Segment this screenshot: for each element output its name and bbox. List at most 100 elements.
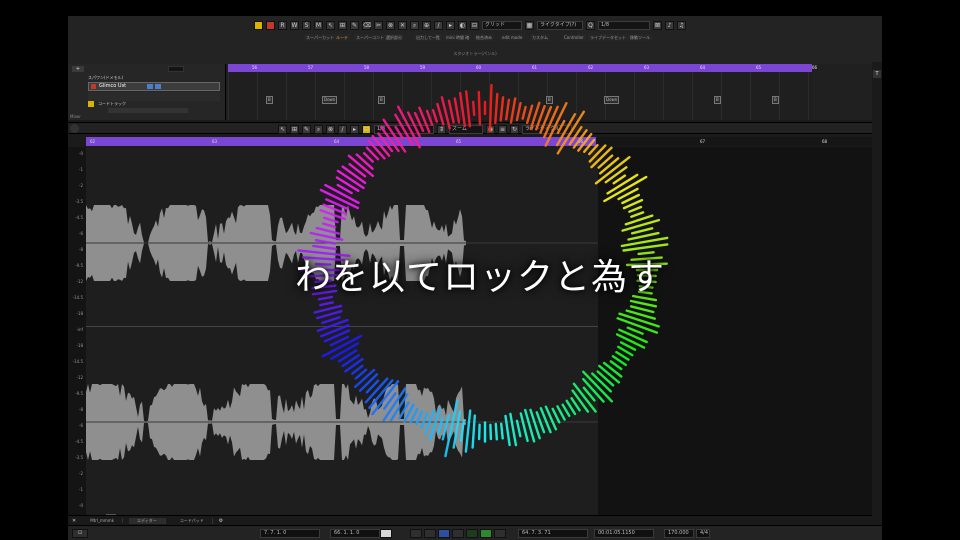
- editor-range-button[interactable]: ⊞: [290, 124, 299, 134]
- record-button[interactable]: [494, 529, 506, 538]
- track-lanes[interactable]: B Down B B Down B B: [228, 72, 812, 120]
- mixer-label[interactable]: Mixer: [70, 114, 81, 119]
- mode-button-11[interactable]: ライブデータセット: [588, 34, 628, 41]
- quantize-dropdown[interactable]: 1/8: [598, 20, 650, 30]
- position-bars[interactable]: 64. 7. 3. 71: [518, 529, 588, 538]
- waveform-editor[interactable]: [86, 147, 882, 521]
- tool-w-button[interactable]: W: [290, 20, 299, 30]
- mode-button-10[interactable]: Controller: [562, 34, 586, 41]
- track-1-controls[interactable]: [88, 92, 220, 101]
- add-track-button[interactable]: +: [72, 66, 84, 72]
- line-tool-button[interactable]: /: [434, 20, 443, 30]
- mute-tool-button[interactable]: ✕: [398, 20, 407, 30]
- editor-line-button[interactable]: /: [338, 124, 347, 134]
- timeline-ruler[interactable]: 56 57 58 59 60 61 62 63 64 65 66: [228, 64, 817, 72]
- track-1-record-icon[interactable]: [91, 84, 96, 89]
- start-button[interactable]: [466, 529, 478, 538]
- mode-button-1[interactable]: スーパーカット: [304, 34, 336, 41]
- comp-tool-button[interactable]: ⊕: [422, 20, 431, 30]
- track-1-monitor-icon[interactable]: [147, 84, 153, 89]
- position-time[interactable]: 00:01:05.1150: [594, 529, 654, 538]
- editor-ruler[interactable]: 62636465666768カウントポイント: [86, 137, 882, 151]
- left-locator[interactable]: 7. 7. 1. 0: [260, 529, 320, 538]
- editor-zoom-button[interactable]: ⌕: [314, 124, 323, 134]
- time-signature-field[interactable]: 4/4: [696, 529, 710, 538]
- glue-tool-button[interactable]: ⊗: [386, 20, 395, 30]
- extra-button-2[interactable]: ♪: [665, 20, 674, 30]
- color-tool-button[interactable]: ◐: [458, 20, 467, 30]
- editor-loop-icon[interactable]: ↻: [510, 124, 519, 134]
- play-tool-button[interactable]: ▸: [446, 20, 455, 30]
- transport-menu-button[interactable]: ⊡: [72, 529, 88, 538]
- editor-settings-icon[interactable]: [70, 124, 79, 133]
- mode-button-8[interactable]: edit mode: [500, 34, 525, 41]
- chord-clip[interactable]: B: [378, 96, 385, 104]
- tool-r-button[interactable]: R: [278, 20, 287, 30]
- right-panel-button[interactable]: T: [873, 70, 881, 78]
- editor-quantize-dropdown[interactable]: 1/8: [374, 124, 434, 134]
- tool-m-button[interactable]: M: [314, 20, 323, 30]
- snap-type-dropdown[interactable]: ライクタイプ(?): [537, 20, 583, 30]
- mode-button-7[interactable]: 結合済み: [474, 34, 494, 41]
- cycle-button[interactable]: [438, 529, 450, 538]
- stop-button[interactable]: [452, 529, 464, 538]
- extra-button-3[interactable]: ♫: [677, 20, 686, 30]
- mode-button-12[interactable]: 移動ツール: [628, 34, 652, 41]
- editor-play-button[interactable]: ▸: [350, 124, 359, 134]
- chord-clip[interactable]: B: [266, 96, 273, 104]
- zoom-tool-button[interactable]: ⌕: [410, 20, 419, 30]
- db-label: -3.5: [75, 199, 83, 204]
- eraser-tool-button[interactable]: ⌫: [362, 20, 371, 30]
- scissors-tool-button[interactable]: ✂: [374, 20, 383, 30]
- tab-settings-icon[interactable]: ⚙: [219, 518, 223, 524]
- track-1-name[interactable]: Glimco Ust: [99, 83, 126, 90]
- chord-clip[interactable]: B: [772, 96, 779, 104]
- mode-button-2[interactable]: ルーテ: [334, 34, 350, 41]
- mode-button-9[interactable]: カスタム: [530, 34, 550, 41]
- chord-clip[interactable]: B: [546, 96, 553, 104]
- rewind-button[interactable]: [424, 529, 436, 538]
- chord-track-controls[interactable]: [108, 108, 188, 113]
- go-start-button[interactable]: [410, 529, 422, 538]
- editor-arrow-button[interactable]: ↖: [278, 124, 287, 134]
- editor-zoom-dropdown[interactable]: ズーム: [449, 124, 483, 134]
- close-tab-icon[interactable]: ✕: [72, 518, 76, 524]
- db-label: -12: [76, 375, 83, 380]
- loop-toggle-button[interactable]: [380, 529, 392, 538]
- range-tool-button[interactable]: ⊞: [338, 20, 347, 30]
- chord-track-name[interactable]: コードトラック: [98, 101, 126, 107]
- mode-button-3[interactable]: スーパーコント: [354, 34, 386, 41]
- chord-clip[interactable]: Down: [322, 96, 338, 104]
- editor-snap-button[interactable]: ⊟: [362, 124, 371, 134]
- tool-record-button[interactable]: [266, 20, 275, 30]
- track-zoom-field[interactable]: [168, 66, 184, 72]
- arrow-tool-button[interactable]: ↖: [326, 20, 335, 30]
- editor-cycle-dropdown[interactable]: ライトサイクル: [522, 124, 572, 134]
- track-1-mute-icon[interactable]: [155, 84, 161, 89]
- editor-list-icon[interactable]: ≡: [498, 124, 507, 134]
- play-button[interactable]: [480, 529, 492, 538]
- tab-chord-pad[interactable]: コードパッド: [172, 517, 213, 524]
- tab-editor[interactable]: エディター: [128, 517, 166, 524]
- tool-select-button[interactable]: [254, 20, 263, 30]
- ruler-tick: 61: [532, 65, 538, 70]
- extra-button-1[interactable]: ⊠: [653, 20, 662, 30]
- grid-type-icon: ▦: [525, 20, 534, 30]
- tool-s-button[interactable]: S: [302, 20, 311, 30]
- editor-range-bar[interactable]: [86, 137, 596, 146]
- mode-button-4[interactable]: 選択部分: [384, 34, 404, 41]
- editor-pencil-button[interactable]: ✎: [302, 124, 311, 134]
- mode-button-5[interactable]: 出力して一覧: [414, 34, 442, 41]
- chord-clip[interactable]: Down: [604, 96, 620, 104]
- pencil-tool-button[interactable]: ✎: [350, 20, 359, 30]
- editor-glue-button[interactable]: ⊗: [326, 124, 335, 134]
- snap-toggle-button[interactable]: ⊟: [470, 20, 479, 30]
- tempo-field[interactable]: 170.000: [664, 529, 694, 538]
- snap-dropdown[interactable]: グリッド: [482, 20, 522, 30]
- right-locator[interactable]: 66. 1. 1. 0: [330, 529, 380, 538]
- chord-clip[interactable]: B: [714, 96, 721, 104]
- tab-file[interactable]: Mtrl_mmmk: [82, 518, 123, 523]
- track-1[interactable]: Glimco Ust: [88, 82, 220, 91]
- editor-view-icon[interactable]: ◉: [486, 124, 495, 134]
- mode-button-6[interactable]: mini 時間 確: [444, 34, 472, 41]
